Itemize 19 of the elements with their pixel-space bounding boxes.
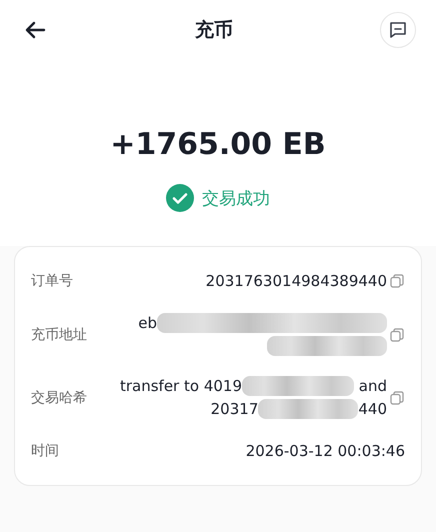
message-icon — [388, 20, 408, 40]
detail-value: eb — [138, 314, 157, 332]
detail-value: 440 — [358, 400, 387, 418]
status-text: 交易成功 — [202, 188, 270, 210]
detail-label: 订单号 — [31, 272, 73, 290]
detail-value: 2031763014984389440 — [206, 272, 387, 290]
detail-label: 时间 — [31, 442, 59, 460]
detail-value: transfer to 4019 — [120, 377, 242, 395]
copy-icon[interactable] — [389, 326, 405, 342]
message-button[interactable] — [380, 12, 416, 48]
copy-icon[interactable] — [389, 390, 405, 406]
detail-label: 充币地址 — [31, 326, 87, 344]
detail-value: and — [358, 377, 387, 395]
detail-value: 20317 — [210, 400, 258, 418]
detail-value: 2026-03-12 00:03:46 — [246, 442, 405, 460]
page-title: 充币 — [195, 18, 233, 43]
copy-icon[interactable] — [389, 273, 405, 289]
amount-text: +1765.00 EB — [109, 127, 327, 162]
detail-label: 交易哈希 — [31, 388, 87, 406]
